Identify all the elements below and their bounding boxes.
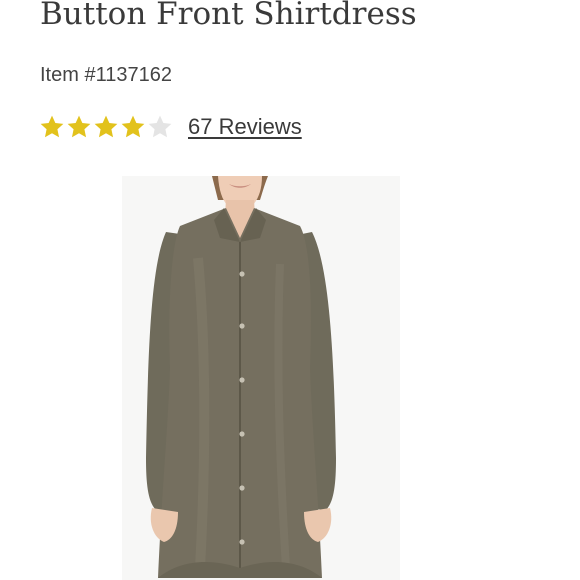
product-page: Button Front Shirtdress Item #1137162 67… [0, 0, 580, 580]
product-title: Button Front Shirtdress [40, 0, 417, 32]
item-number: Item #1137162 [40, 64, 172, 86]
star-icon [94, 115, 118, 138]
star-icon [148, 115, 172, 138]
star-icon [67, 115, 91, 138]
reviews-link[interactable]: 67 Reviews [188, 113, 302, 141]
star-icon [40, 115, 64, 138]
star-rating [39, 114, 174, 140]
rating-row: 67 Reviews [39, 112, 302, 142]
product-image[interactable] [30, 168, 570, 580]
star-icon [121, 115, 145, 138]
